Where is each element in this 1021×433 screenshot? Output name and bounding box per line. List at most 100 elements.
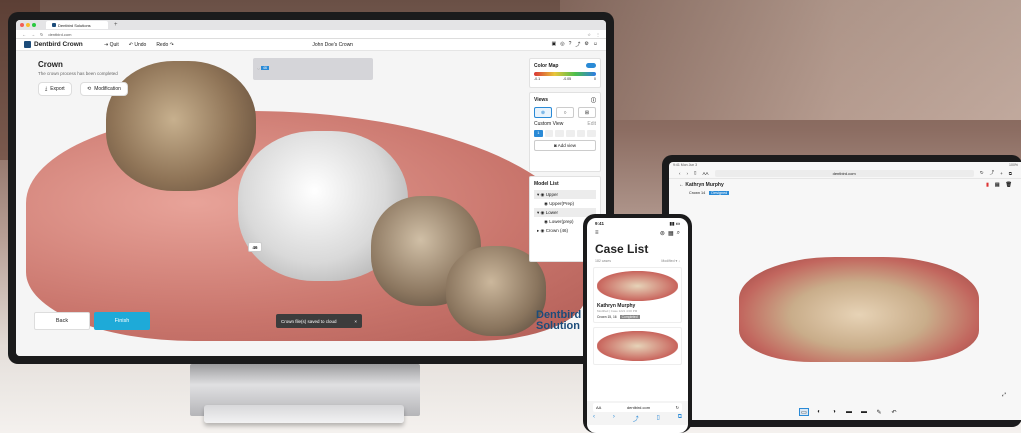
share-icon[interactable]: ⤴: [633, 414, 639, 423]
forward-arrow-icon[interactable]: →: [31, 32, 35, 37]
edit-link[interactable]: Edit: [587, 121, 596, 127]
trash-icon[interactable]: 🗑: [1006, 182, 1012, 188]
tabs-icon[interactable]: ⧉: [678, 414, 682, 423]
view-tool-icon[interactable]: ▭: [799, 408, 809, 416]
filter-icon[interactable]: ⊚: [660, 230, 665, 237]
tablet-url-field[interactable]: dentbird.com: [714, 169, 974, 177]
view-tool-icon[interactable]: ▬: [859, 408, 869, 416]
model-item[interactable]: ▾ ◉ Upper: [534, 190, 596, 199]
case-thumbnail: [597, 271, 678, 301]
back-arrow-icon[interactable]: ←: [22, 32, 26, 37]
tablet-case-title: Kathryn Murphy: [685, 182, 724, 188]
tabs-icon[interactable]: ⧉: [1009, 171, 1012, 176]
calendar-icon[interactable]: ▦: [668, 230, 674, 237]
help-icon[interactable]: ?: [569, 41, 572, 48]
view-tool-icon[interactable]: ▬: [844, 408, 854, 416]
search-icon[interactable]: ⌕: [677, 230, 680, 237]
back-arrow-icon[interactable]: ←: [679, 182, 684, 188]
custom-view-slot[interactable]: 1: [534, 130, 543, 137]
reload-icon[interactable]: ↻: [40, 32, 43, 37]
info-icon[interactable]: ⓘ: [591, 97, 596, 104]
color-map-gradient: [534, 72, 596, 76]
export-button[interactable]: ⤓ Export: [38, 82, 72, 96]
reader-aa-button[interactable]: AA: [596, 405, 601, 410]
menu-dots-icon[interactable]: ⋮: [596, 32, 600, 37]
view-circle-button[interactable]: ○: [556, 107, 574, 118]
minimize-window-dot[interactable]: [26, 23, 30, 27]
document-icon[interactable]: ▤: [995, 182, 1000, 188]
reload-icon[interactable]: ↻: [676, 405, 679, 410]
custom-view-slot[interactable]: [555, 130, 565, 137]
toast-close-button[interactable]: ×: [354, 319, 357, 324]
view-grid-button[interactable]: ⊞: [578, 107, 596, 118]
view-tool-icon[interactable]: ✎: [874, 408, 884, 416]
monitor-screen: Dentbird Solutions + ← → ↻ dentbird.com …: [16, 20, 606, 356]
menu-icon[interactable]: ≡: [595, 230, 599, 237]
case-card[interactable]: [593, 327, 682, 365]
custom-view-slot[interactable]: [566, 130, 575, 137]
color-map-toggle[interactable]: [586, 63, 596, 68]
target-icon[interactable]: ◎: [560, 41, 564, 48]
close-window-dot[interactable]: [20, 23, 24, 27]
add-view-button[interactable]: ◙ Add view: [534, 140, 596, 151]
tablet-3d-model[interactable]: [739, 257, 979, 362]
toast-notification: Crown file(s) saved to cloud ×: [276, 314, 362, 328]
case-card[interactable]: Kathryn Murphy Modified | Case 1221 4:00…: [593, 267, 682, 323]
book-icon[interactable]: ▯: [694, 170, 696, 176]
case-tag: Crown 15, 16: [597, 315, 617, 319]
quit-label: Quit: [109, 41, 119, 48]
sort-label: Modified: [661, 259, 675, 263]
custom-view-slot[interactable]: [544, 130, 554, 137]
phone: 9:41 ▮▮ ▭ ≡ ⊚ ▦ ⌕ Case List 182 cases Mo…: [583, 214, 692, 433]
bookmarks-icon[interactable]: ▯: [657, 414, 660, 423]
redo-button[interactable]: Redo ↷: [156, 42, 174, 48]
model-item[interactable]: ◉ Upper(Prep): [534, 199, 596, 208]
image-icon[interactable]: ▣: [552, 41, 557, 48]
bookmark-icon[interactable]: ▮: [986, 182, 989, 188]
color-map-title: Color Map: [534, 63, 559, 69]
case-meta: Modified | Case 1221 4:00 PM: [597, 309, 638, 313]
3d-viewport[interactable]: [16, 51, 606, 356]
back-arrow-icon[interactable]: ‹: [593, 414, 595, 423]
app-name: Dentbird Crown: [34, 41, 83, 48]
share-icon[interactable]: ⤴: [575, 41, 580, 48]
tab-title: Dentbird Solutions: [58, 22, 91, 28]
back-arrow-icon[interactable]: ‹: [679, 171, 681, 176]
expand-icon[interactable]: ⤢: [1002, 392, 1006, 398]
case-count: 182 cases: [595, 259, 611, 263]
selected-tooth[interactable]: 46: [261, 66, 269, 70]
forward-arrow-icon[interactable]: ›: [613, 414, 615, 423]
settings-icon[interactable]: ⚙: [584, 41, 588, 48]
phone-url-field[interactable]: dentbird.com: [627, 405, 650, 410]
modification-button[interactable]: ⟲ Modification: [80, 82, 128, 96]
model-item-label: Lower(prep): [549, 218, 574, 224]
views-title: Views: [534, 97, 549, 103]
undo-button[interactable]: ↶ Undo: [129, 42, 147, 48]
view-perspective-button[interactable]: ⊗: [534, 107, 552, 118]
redo-label: Redo: [156, 41, 169, 48]
view-tool-icon[interactable]: ↶: [889, 408, 899, 416]
browser-tab[interactable]: Dentbird Solutions: [46, 21, 108, 29]
back-button[interactable]: Back: [34, 312, 90, 330]
maximize-window-dot[interactable]: [32, 23, 36, 27]
tab-favicon-icon: [52, 23, 56, 27]
reader-aa-button[interactable]: AA: [702, 171, 708, 176]
new-tab-button[interactable]: +: [114, 22, 118, 28]
signal-battery-icon: ▮▮ ▭: [669, 221, 680, 226]
custom-view-slot[interactable]: [587, 130, 597, 137]
user-icon[interactable]: ☺: [593, 41, 598, 48]
forward-arrow-icon[interactable]: ›: [687, 171, 689, 176]
quit-button[interactable]: ⇥ Quit: [104, 42, 119, 48]
share-icon[interactable]: ⤴: [990, 170, 995, 176]
sort-dropdown[interactable]: Modified ▾ ↓: [661, 259, 680, 263]
custom-view-slot[interactable]: [576, 130, 586, 137]
view-tool-icon[interactable]: ◐: [814, 408, 824, 416]
url-field[interactable]: dentbird.com: [48, 32, 582, 37]
view-tool-icon[interactable]: ◑: [829, 408, 839, 416]
add-icon[interactable]: +: [1000, 171, 1003, 176]
finish-button[interactable]: Finish: [94, 312, 150, 330]
phone-screen: 9:41 ▮▮ ▭ ≡ ⊚ ▦ ⌕ Case List 182 cases Mo…: [587, 218, 688, 433]
star-icon[interactable]: ☆: [587, 32, 591, 37]
reload-icon[interactable]: ↻: [980, 170, 984, 176]
tooth-selector[interactable]: ◡ 46: [253, 58, 373, 80]
